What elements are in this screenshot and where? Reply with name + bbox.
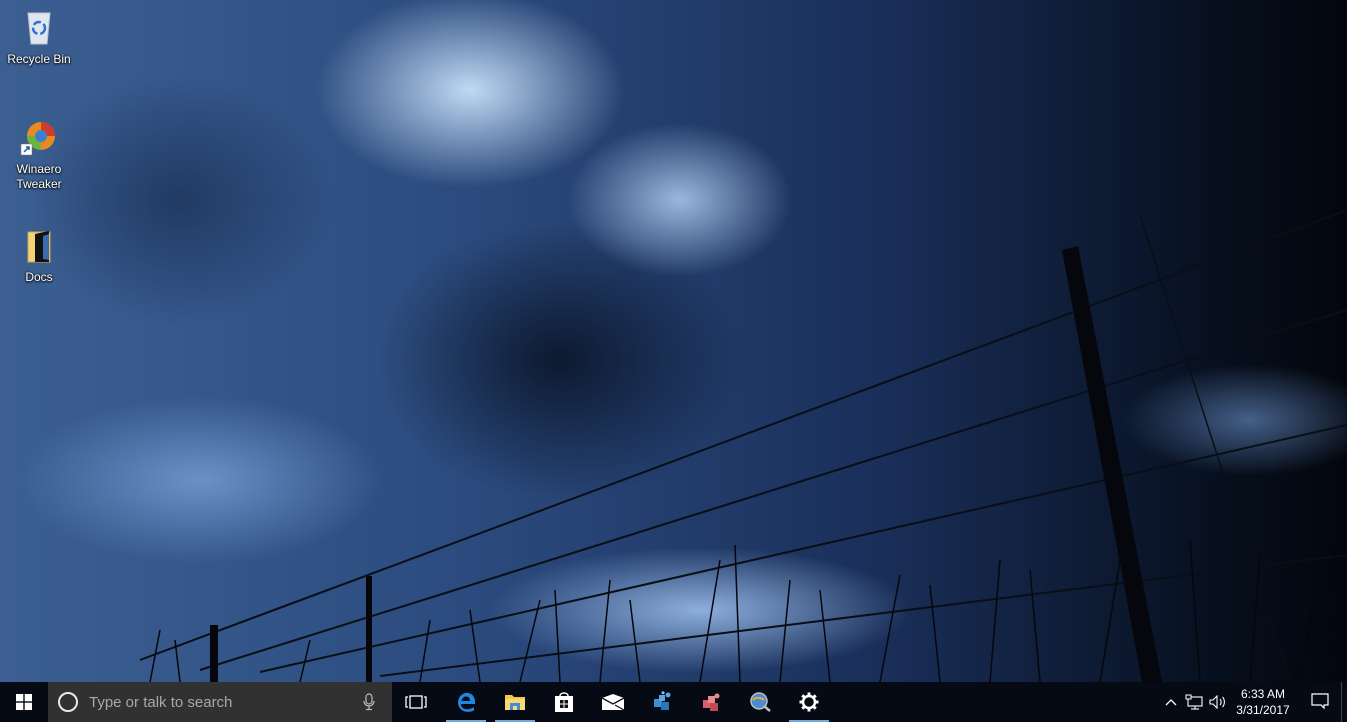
- fence-post: [210, 625, 218, 682]
- task-view-button[interactable]: [392, 682, 440, 722]
- fence-wire: [379, 554, 1347, 677]
- action-center-button[interactable]: [1300, 682, 1340, 722]
- fence-post: [366, 576, 372, 682]
- clock-date: 3/31/2017: [1236, 703, 1290, 717]
- taskbar-app-red-cubes[interactable]: [687, 682, 735, 722]
- taskbar-app-edge[interactable]: [442, 682, 490, 722]
- taskbar-app-mail[interactable]: [589, 682, 637, 722]
- cortana-circle-icon[interactable]: [58, 692, 78, 712]
- show-desktop-button[interactable]: [1341, 682, 1347, 722]
- task-view-icon: [405, 695, 427, 709]
- action-center-icon: [1311, 693, 1329, 710]
- store-icon: [555, 692, 573, 712]
- network-icon: [1185, 694, 1203, 710]
- clock-time: 6:33 AM: [1240, 687, 1286, 701]
- desktop-icon-recycle-bin[interactable]: Recycle Bin: [2, 8, 76, 67]
- search-box[interactable]: Type or talk to search: [48, 682, 392, 722]
- taskbar: Type or talk to search 6:33 AM 3/31/2017: [0, 682, 1347, 722]
- volume-icon: [1209, 695, 1225, 709]
- windows-logo-icon: [16, 694, 32, 710]
- taskbar-app-globe-search[interactable]: [736, 682, 784, 722]
- desktop-wallpaper: [0, 0, 1347, 682]
- fence-wire: [1139, 214, 1291, 682]
- taskbar-app-file-explorer[interactable]: [491, 682, 539, 722]
- folder-icon: [19, 226, 59, 266]
- chevron-up-icon: [1165, 699, 1177, 706]
- edge-icon: [458, 692, 476, 712]
- red-cubes-icon: [703, 693, 720, 711]
- search-placeholder[interactable]: Type or talk to search: [89, 694, 358, 711]
- globe-search-icon: [750, 692, 771, 712]
- clock-button[interactable]: 6:33 AM 3/31/2017: [1228, 682, 1298, 722]
- recycle-bin-icon: [19, 8, 59, 48]
- fence-post: [1062, 246, 1162, 682]
- mail-icon: [601, 694, 625, 711]
- show-hidden-icons-button[interactable]: [1160, 682, 1182, 722]
- fence-wire: [199, 309, 1347, 671]
- volume-button[interactable]: [1206, 682, 1230, 722]
- desktop-icon-docs[interactable]: Docs: [2, 226, 76, 285]
- start-button[interactable]: [0, 682, 48, 722]
- fence-wire: [139, 209, 1347, 661]
- gear-icon: [799, 692, 819, 712]
- wallpaper-fence-silhouette: [139, 209, 1347, 682]
- taskbar-app-settings[interactable]: [785, 682, 833, 722]
- desktop-icon-winaero-tweaker[interactable]: Winaero Tweaker: [2, 118, 76, 192]
- desktop-icon-label: Recycle Bin: [7, 52, 71, 66]
- microphone-icon[interactable]: [358, 690, 380, 714]
- network-button[interactable]: [1182, 682, 1206, 722]
- desktop-icon-label: Winaero Tweaker: [16, 162, 62, 191]
- taskbar-app-blue-cubes[interactable]: [638, 682, 686, 722]
- fence-wire: [259, 424, 1347, 673]
- winaero-tweaker-icon: [19, 118, 59, 158]
- taskbar-app-store[interactable]: [540, 682, 588, 722]
- blue-cubes-icon: [654, 691, 671, 710]
- file-explorer-icon: [505, 695, 525, 710]
- desktop-icon-label: Docs: [25, 270, 53, 284]
